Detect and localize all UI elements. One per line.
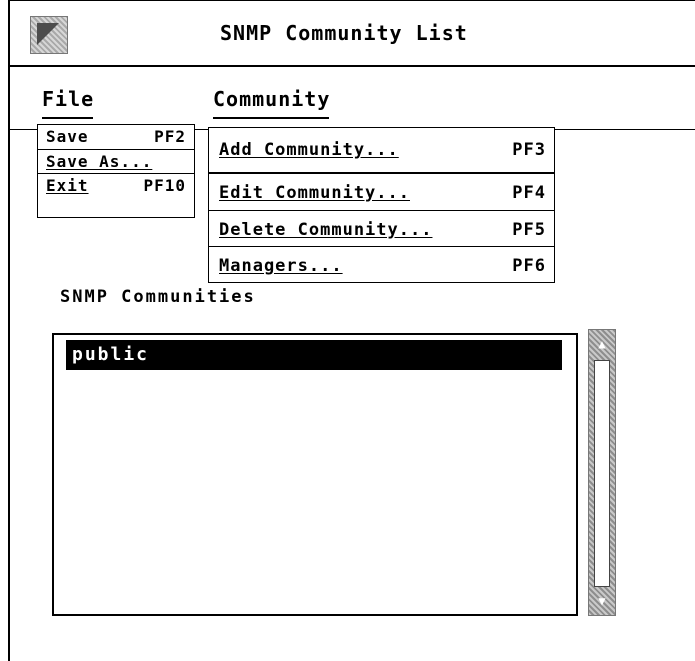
menu-item-edit-community-label: Edit Community... — [219, 183, 410, 203]
arrow-up-icon[interactable]: ▲ — [596, 338, 608, 350]
communities-listbox[interactable]: public — [52, 333, 578, 616]
menu-item-add-community-accelerator: PF3 — [512, 140, 546, 160]
menu-item-exit-accelerator: PF10 — [143, 176, 186, 195]
system-menu-icon[interactable] — [30, 16, 68, 54]
menu-item-exit-label: Exit — [46, 176, 89, 195]
community-menu-label: Community — [213, 87, 331, 119]
arrow-down-icon[interactable]: ▼ — [596, 595, 608, 607]
vertical-scrollbar[interactable]: ▲ ▼ — [588, 329, 616, 616]
title-bar: SNMP Community List — [10, 1, 695, 67]
file-dropdown: Save PF2 Save As... Exit PF10 — [37, 124, 195, 218]
menu-item-delete-community[interactable]: Delete Community... PF5 — [209, 210, 554, 248]
menu-item-save-as[interactable]: Save As... — [38, 149, 194, 172]
menu-item-save-as-label: Save As... — [46, 152, 153, 171]
window-title: SNMP Community List — [220, 21, 468, 45]
file-menu-label: File — [42, 87, 95, 119]
menu-item-managers[interactable]: Managers... PF6 — [209, 246, 554, 284]
menu-item-delete-community-accelerator: PF5 — [512, 220, 546, 240]
menu-item-delete-community-label: Delete Community... — [219, 220, 433, 240]
scrollbar-track[interactable] — [594, 360, 610, 587]
menu-bar: File Community — [10, 67, 695, 129]
menu-item-save-label: Save — [46, 127, 89, 146]
menu-item-managers-label: Managers... — [219, 256, 343, 276]
list-item[interactable]: public — [66, 340, 562, 370]
menu-item-save[interactable]: Save PF2 — [38, 125, 194, 148]
menu-item-managers-accelerator: PF6 — [512, 256, 546, 276]
snmp-community-window: SNMP Community List File Community Save … — [8, 0, 695, 661]
menu-item-edit-community[interactable]: Edit Community... PF4 — [209, 172, 554, 210]
system-menu-icon-glyph — [37, 23, 59, 45]
menu-item-exit[interactable]: Exit PF10 — [38, 173, 194, 196]
community-dropdown: Add Community... PF3 Edit Community... P… — [208, 127, 555, 283]
menu-item-add-community[interactable]: Add Community... PF3 — [209, 128, 554, 172]
menu-item-add-community-label: Add Community... — [219, 140, 399, 160]
menu-file[interactable]: File — [42, 87, 95, 119]
communities-label: SNMP Communities — [60, 287, 256, 307]
menu-item-edit-community-accelerator: PF4 — [512, 183, 546, 203]
menu-item-save-accelerator: PF2 — [154, 127, 186, 146]
menu-community[interactable]: Community — [213, 87, 331, 119]
